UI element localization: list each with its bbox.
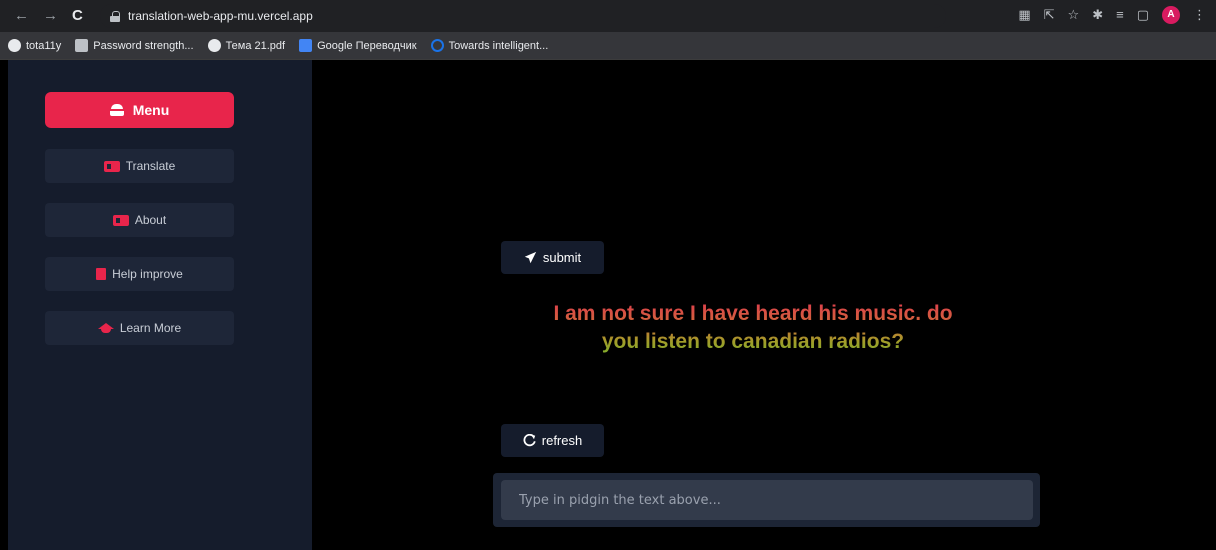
more-icon[interactable]: ⋮	[1193, 6, 1206, 24]
hamburger-icon	[109, 104, 124, 116]
bookmark-label: Тема 21.pdf	[225, 39, 286, 52]
menu-label: Menu	[132, 102, 170, 118]
sidebar-item-label: Help improve	[112, 267, 183, 281]
bookmark-label: Password strength...	[93, 39, 194, 52]
browser-actions: ▦ ⇱ ☆ ✱ ≡ ▢ A ⋮	[1018, 6, 1206, 24]
bookmark-item[interactable]: Google Переводчик	[299, 39, 417, 52]
share-icon[interactable]: ⇱	[1044, 6, 1055, 24]
sidebar-item-help-improve[interactable]: Help improve	[45, 257, 234, 291]
star-icon[interactable]: ☆	[1068, 6, 1080, 24]
main-content: submit I am not sure I have heard his mu…	[312, 60, 1216, 550]
sentence-to-translate: I am not sure I have heard his music. do…	[538, 300, 968, 356]
graduation-cap-icon	[97, 322, 114, 334]
refresh-label: refresh	[541, 433, 583, 448]
bookmark-label: tota11y	[26, 39, 62, 52]
back-icon[interactable]: ←	[14, 8, 29, 24]
url-text[interactable]: translation-web-app-mu.vercel.app	[128, 9, 313, 23]
globe-icon	[8, 39, 21, 52]
forward-icon[interactable]: →	[43, 8, 58, 24]
ring-icon	[430, 39, 444, 52]
sidebar-item-label: Learn More	[119, 321, 182, 335]
sidebar-item-label: Translate	[125, 159, 176, 173]
address-bar[interactable]: translation-web-app-mu.vercel.app	[100, 4, 946, 28]
browser-toolbar: ← → C translation-web-app-mu.vercel.app …	[0, 0, 1216, 32]
translate-icon	[299, 39, 313, 52]
paper-plane-icon	[524, 251, 537, 264]
bookmark-item[interactable]: tota11y	[8, 39, 61, 52]
pidgin-text-input[interactable]	[501, 480, 1033, 520]
book-icon	[96, 268, 107, 280]
reading-list-icon[interactable]: ≡	[1116, 6, 1124, 24]
submit-button[interactable]: submit	[501, 241, 604, 274]
bookmarks-bar: tota11y Password strength... Тема 21.pdf…	[0, 32, 1216, 60]
menu-button[interactable]: Menu	[45, 92, 234, 128]
page-icon	[75, 39, 89, 52]
sidebar: Menu Translate About Help improve Learn …	[8, 60, 312, 550]
translate-card-icon	[103, 160, 120, 172]
extensions-icon[interactable]: ✱	[1092, 6, 1103, 24]
sidebar-item-translate[interactable]: Translate	[45, 149, 234, 183]
reload-icon[interactable]: C	[72, 8, 83, 24]
side-panel-icon[interactable]: ▢	[1137, 6, 1149, 24]
refresh-button[interactable]: refresh	[501, 424, 604, 457]
bookmark-label: Towards intelligent...	[448, 39, 549, 52]
id-card-icon	[112, 214, 129, 226]
sidebar-item-about[interactable]: About	[45, 203, 234, 237]
bookmark-item[interactable]: Password strength...	[75, 39, 194, 52]
globe-icon	[207, 39, 221, 52]
submit-label: submit	[542, 250, 582, 265]
browser-nav: ← → C	[14, 8, 83, 24]
translate-icon[interactable]: ▦	[1018, 6, 1030, 24]
bookmark-item[interactable]: Тема 21.pdf	[207, 39, 286, 52]
sidebar-item-learn-more[interactable]: Learn More	[45, 311, 234, 345]
sidebar-item-label: About	[134, 213, 167, 227]
bookmark-item[interactable]: Towards intelligent...	[430, 39, 549, 52]
input-container	[493, 473, 1040, 527]
bookmark-label: Google Переводчик	[317, 39, 417, 52]
refresh-icon	[523, 434, 536, 447]
profile-avatar[interactable]: A	[1162, 6, 1180, 24]
lock-icon[interactable]	[110, 10, 120, 22]
